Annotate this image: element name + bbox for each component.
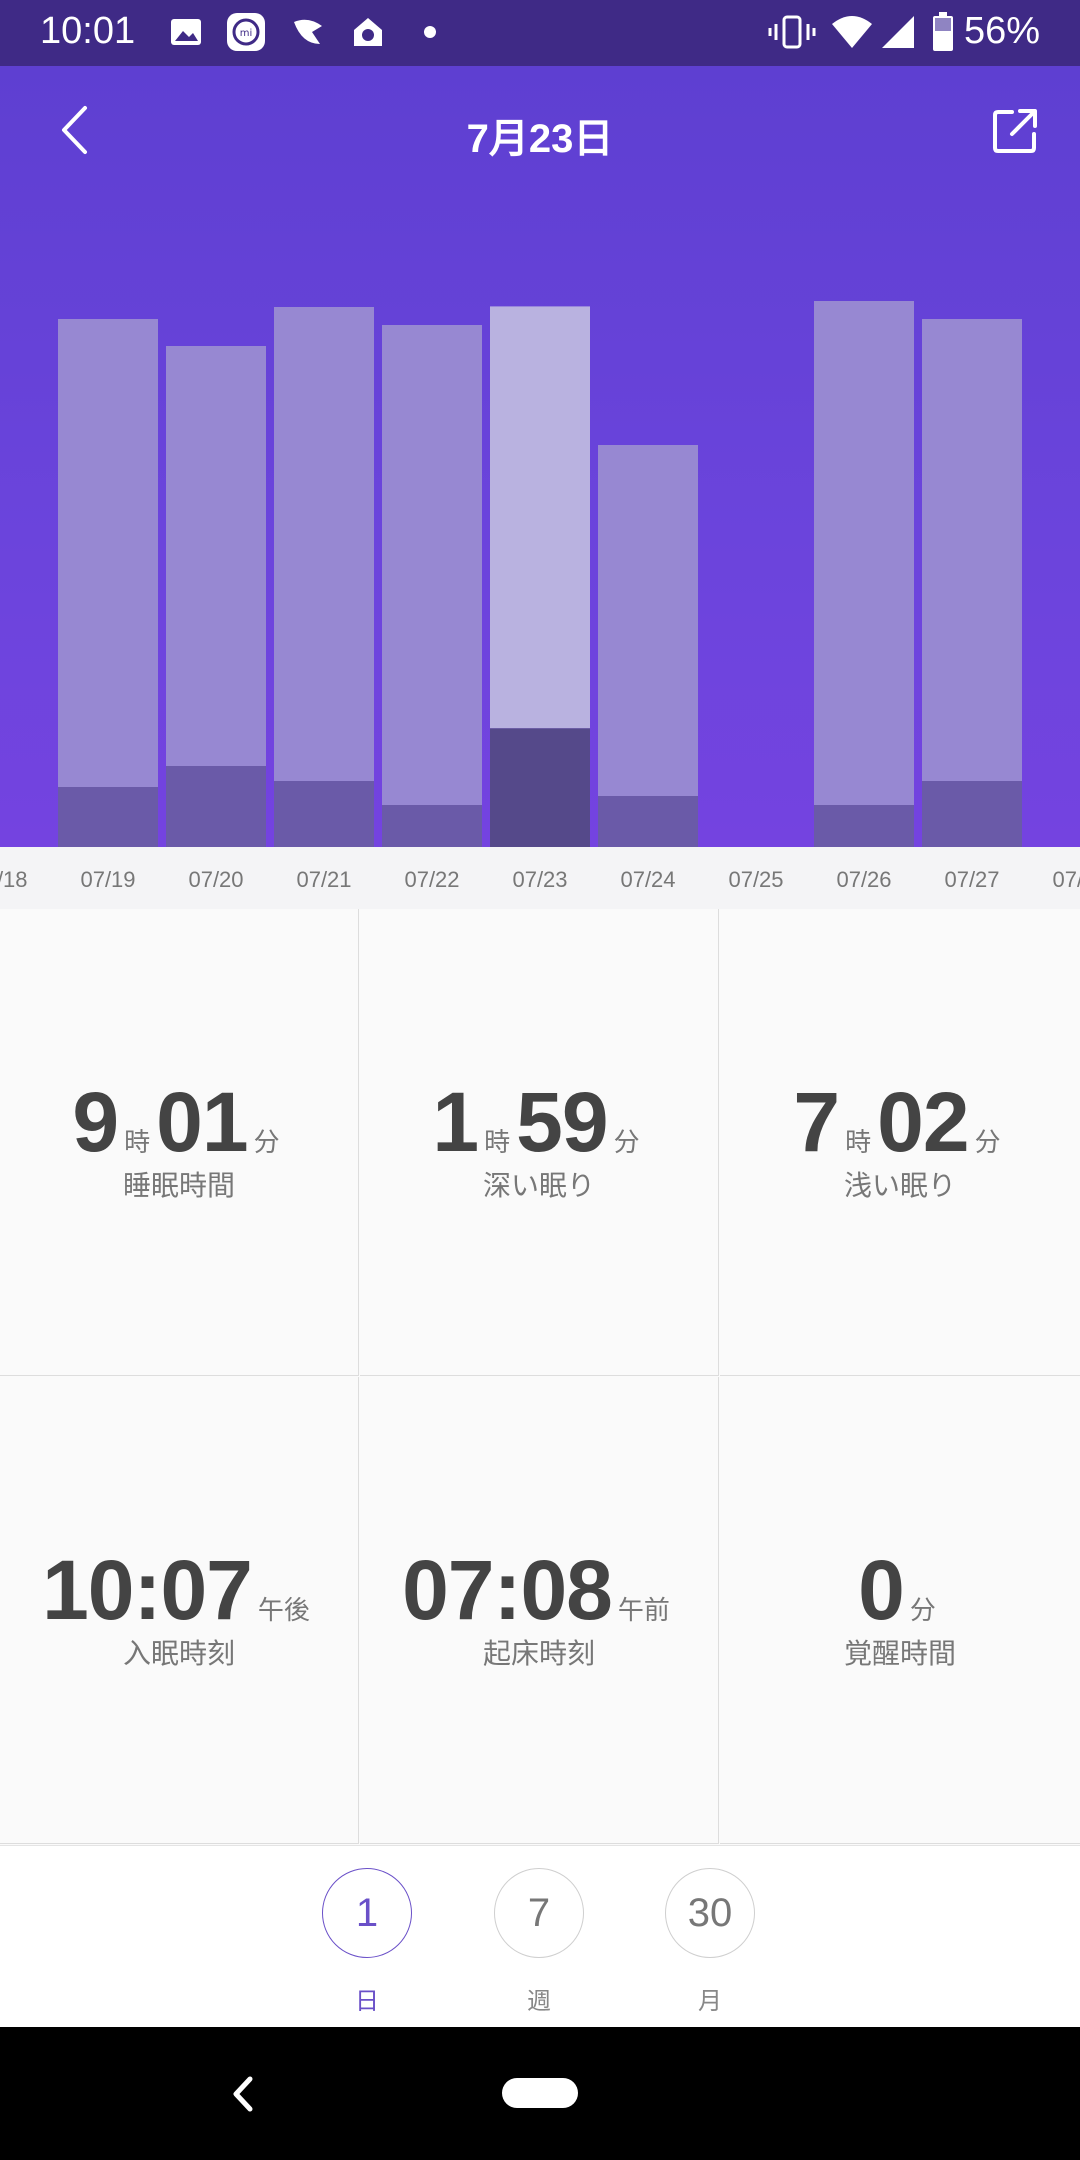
date-tick[interactable]: 07/22 <box>382 867 482 893</box>
home-icon <box>354 18 382 46</box>
system-nav-bar <box>0 2027 1080 2160</box>
nav-home-button[interactable] <box>502 2078 578 2108</box>
share-button[interactable] <box>990 106 1040 156</box>
range-week-label: 週 <box>527 1988 551 2015</box>
date-tick[interactable]: 07/26 <box>814 867 914 893</box>
light-sleep-bar[interactable] <box>490 306 590 729</box>
sleep-time-minutes-unit: 分 <box>253 1127 280 1157</box>
page-title: 7月23日 <box>466 117 614 161</box>
deep-sleep-bar[interactable] <box>166 766 266 847</box>
stat-deep-sleep: 1 時59 分 深い眠り <box>360 909 719 1376</box>
light-sleep-bar[interactable] <box>274 307 374 781</box>
sleep-time-hours: 9 <box>72 1075 119 1169</box>
awake-suffix: 分 <box>909 1595 936 1625</box>
app-icon <box>294 19 322 44</box>
deep-sleep-hours-unit: 時 <box>484 1127 511 1157</box>
status-time: 10:01 <box>40 10 136 52</box>
sleep-time-label: 睡眠時間 <box>122 1170 235 1201</box>
range-day-button[interactable]: 1 <box>322 1868 412 1958</box>
range-month-label: 月 <box>698 1988 722 2015</box>
deep-sleep-bar[interactable] <box>922 781 1022 847</box>
stat-light-sleep: 7 時02 分 浅い眠り <box>720 909 1080 1376</box>
deep-sleep-minutes-unit: 分 <box>613 1127 640 1157</box>
header: 7月23日 <box>0 66 1080 196</box>
light-sleep-minutes: 02 <box>877 1075 969 1169</box>
deep-sleep-bar[interactable] <box>382 805 482 847</box>
light-sleep-bar[interactable] <box>814 301 914 805</box>
wifi-icon <box>832 16 872 48</box>
range-day-label: 日 <box>355 1988 379 2015</box>
light-sleep-bar[interactable] <box>382 325 482 805</box>
date-tick[interactable]: 07/21 <box>274 867 374 893</box>
awake-value: 0 <box>858 1543 905 1637</box>
deep-sleep-label: 深い眠り <box>482 1170 595 1201</box>
range-selector: 1 日 7 週 30 月 <box>0 1845 1080 2028</box>
date-tick[interactable]: 07/27 <box>922 867 1022 893</box>
fell-asleep-time: 10:07 <box>42 1543 253 1637</box>
light-sleep-bar[interactable] <box>166 346 266 766</box>
date-tick[interactable]: 07/25 <box>706 867 806 893</box>
light-sleep-bar[interactable] <box>598 445 698 796</box>
battery-icon <box>933 12 953 51</box>
image-icon <box>171 19 201 45</box>
light-sleep-hours-unit: 時 <box>845 1127 872 1157</box>
sleep-time-minutes: 01 <box>156 1075 248 1169</box>
vibrate-icon <box>768 15 816 49</box>
battery-percent: 56% <box>963 10 1040 52</box>
awake-label: 覚醒時間 <box>843 1638 956 1669</box>
dot-icon <box>424 26 436 38</box>
date-tick[interactable]: 07/19 <box>58 867 158 893</box>
date-axis[interactable]: 07/18 07/19 07/20 07/21 07/22 07/23 07/24 07/25… <box>0 847 1080 910</box>
stat-awake: 0分 覚醒時間 <box>720 1377 1080 1844</box>
date-tick[interactable]: 07/18 <box>0 867 50 893</box>
deep-sleep-bar[interactable] <box>274 781 374 847</box>
sleep-time-hours-unit: 時 <box>124 1127 151 1157</box>
range-month-button[interactable]: 30 <box>665 1868 755 1958</box>
woke-up-suffix: 午前 <box>617 1595 670 1625</box>
light-sleep-bar[interactable] <box>58 319 158 787</box>
svg-text:mi: mi <box>240 28 253 39</box>
mi-icon: mi <box>227 13 265 51</box>
light-sleep-minutes-unit: 分 <box>974 1127 1001 1157</box>
fell-asleep-suffix: 午後 <box>257 1595 310 1625</box>
date-tick[interactable]: 07/24 <box>598 867 698 893</box>
deep-sleep-bar[interactable] <box>58 787 158 847</box>
light-sleep-label: 浅い眠り <box>843 1170 956 1201</box>
woke-up-label: 起床時刻 <box>482 1638 595 1669</box>
deep-sleep-minutes: 59 <box>516 1075 608 1169</box>
date-tick[interactable]: 07/28 <box>1030 867 1080 893</box>
fell-asleep-label: 入眠時刻 <box>122 1638 235 1669</box>
nav-back-button[interactable] <box>222 2069 262 2119</box>
deep-sleep-hours: 1 <box>432 1075 479 1169</box>
deep-sleep-bar[interactable] <box>598 796 698 847</box>
woke-up-time: 07:08 <box>402 1543 613 1637</box>
status-bar: 10:01 mi 56% <box>0 0 1080 66</box>
light-sleep-hours: 7 <box>793 1075 840 1169</box>
sleep-stats-grid: 9 時01 分 睡眠時間 1 時59 分 深い眠り 7 時02 分 浅い眠り 10:07 午後… <box>0 909 1080 1845</box>
range-week-button[interactable]: 7 <box>494 1868 584 1958</box>
date-tick[interactable]: 07/23 <box>490 867 590 893</box>
stat-woke-up: 07:08 午前 起床時刻 <box>360 1377 719 1844</box>
deep-sleep-bar[interactable] <box>814 805 914 847</box>
date-tick[interactable]: 07/20 <box>166 867 266 893</box>
deep-sleep-bar[interactable] <box>490 728 590 847</box>
stat-fell-asleep: 10:07 午後 入眠時刻 <box>0 1377 359 1844</box>
light-sleep-bar[interactable] <box>922 319 1022 781</box>
signal-icon <box>882 16 914 48</box>
stat-sleep-time: 9 時01 分 睡眠時間 <box>0 909 359 1376</box>
